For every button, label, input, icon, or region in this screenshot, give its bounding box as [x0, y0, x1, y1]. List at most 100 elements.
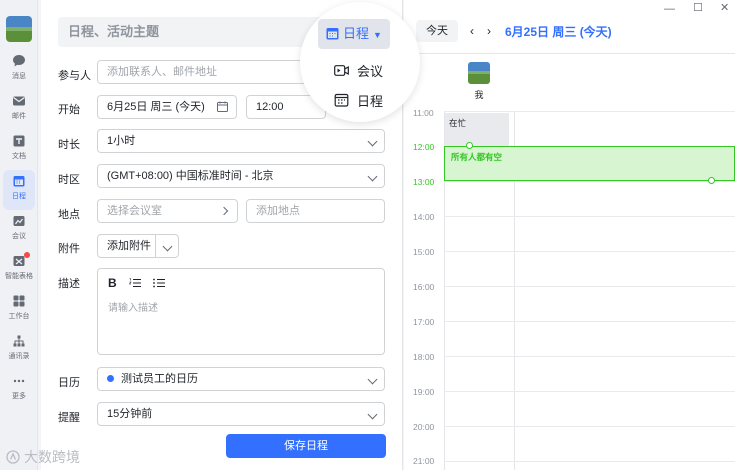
dropdown-option-event[interactable]: 日程	[318, 85, 404, 115]
hour-label: 19:00	[413, 387, 435, 397]
chevron-down-icon	[367, 136, 378, 147]
workbench-icon	[13, 295, 25, 307]
attendees-label: 参与人	[58, 70, 91, 82]
timezone-label: 时区	[58, 174, 80, 186]
more-icon	[13, 379, 25, 383]
calendar-small-icon	[217, 101, 228, 112]
nav-item-workbench[interactable]: 工作台	[0, 290, 38, 330]
start-date-picker[interactable]: 6月25日 周三 (今天)	[97, 95, 237, 119]
meeting-room-placeholder: 选择会议室	[107, 205, 162, 217]
nav-item-mail[interactable]: 邮件	[0, 90, 38, 130]
new-event-slot[interactable]: 所有人都有空	[444, 146, 735, 181]
meeting-room-select[interactable]: 选择会议室	[97, 199, 238, 223]
attendee-column-header: 我	[466, 62, 492, 101]
grid-line	[444, 391, 735, 392]
meeting-icon	[13, 216, 25, 226]
document-icon	[13, 135, 25, 147]
free-slot-label: 所有人都有空	[451, 152, 503, 162]
grid-line	[444, 251, 735, 252]
next-day-arrow-icon[interactable]: ›	[487, 24, 491, 38]
chevron-down-icon	[162, 241, 173, 252]
nav-label: 通讯录	[8, 353, 30, 360]
today-button[interactable]: 今天	[416, 20, 458, 42]
nav-label: 消息	[12, 73, 26, 80]
grid-line	[444, 181, 735, 182]
save-event-button[interactable]: 保存日程	[226, 434, 386, 458]
resize-handle-bottom[interactable]	[708, 177, 715, 184]
grid-line	[444, 461, 735, 462]
start-time-value: 12:00	[256, 101, 284, 113]
timezone-select[interactable]: (GMT+08:00) 中国标准时间 - 北京	[97, 164, 385, 188]
chevron-down-icon	[367, 409, 378, 420]
add-attachment-button[interactable]: 添加附件	[97, 234, 179, 258]
grid-line	[444, 356, 735, 357]
grid-line	[444, 286, 735, 287]
dropdown-option-meeting[interactable]: 会议	[318, 55, 404, 85]
watermark: 大数跨境	[6, 447, 80, 467]
resize-handle-top[interactable]	[466, 142, 473, 149]
watermark-text: 大数跨境	[24, 449, 80, 465]
bullet-list-icon[interactable]	[152, 278, 165, 288]
calendar-date-title: 6月25日 周三 (今天)	[505, 25, 612, 39]
description-label: 描述	[58, 278, 80, 290]
nav-label: 智能表格	[5, 273, 33, 280]
location-input[interactable]: 添加地点	[246, 199, 385, 223]
timezone-value: (GMT+08:00) 中国标准时间 - 北京	[107, 170, 274, 182]
nav-item-meetings[interactable]: 会议	[0, 210, 38, 250]
nav-item-smart-table[interactable]: 智能表格	[0, 250, 38, 290]
nav-item-more[interactable]: 更多	[0, 370, 38, 410]
nav-label: 工作台	[8, 313, 30, 320]
bold-button[interactable]: B	[108, 276, 117, 290]
grid-line	[444, 321, 735, 322]
add-attachment-label: 添加附件	[107, 240, 151, 252]
video-camera-icon	[334, 64, 349, 76]
duration-label: 时长	[58, 139, 80, 151]
duration-select[interactable]: 1小时	[97, 129, 385, 153]
minimize-icon[interactable]: —	[664, 3, 675, 15]
nav-label: 更多	[12, 393, 26, 400]
grid-line	[444, 426, 735, 427]
reminder-select[interactable]: 15分钟前	[97, 402, 385, 426]
busy-label: 在忙	[449, 118, 467, 128]
watermark-logo-icon	[6, 450, 20, 464]
nav-label: 会议	[12, 233, 26, 240]
hour-label: 21:00	[413, 456, 435, 466]
start-label: 开始	[58, 104, 80, 116]
attendee-avatar	[468, 62, 490, 84]
chevron-down-icon	[367, 171, 378, 182]
previous-day-arrow-icon[interactable]: ‹	[470, 24, 474, 38]
busy-block[interactable]: 在忙	[445, 113, 509, 147]
nav-item-docs[interactable]: 文档	[0, 130, 38, 170]
hour-label: 17:00	[413, 317, 435, 327]
mail-icon	[13, 96, 25, 106]
calendar-select[interactable]: 测试员工的日历	[97, 367, 385, 391]
hour-label: 18:00	[413, 352, 435, 362]
maximize-icon[interactable]: ☐	[693, 1, 703, 14]
nav-label: 日程	[12, 193, 26, 200]
reminder-label: 提醒	[58, 412, 80, 424]
dropdown-option-label: 日程	[357, 93, 384, 109]
nav-label: 文档	[12, 153, 26, 160]
nav-item-calendar[interactable]: 日程	[3, 170, 35, 210]
dropdown-option-label: 会议	[357, 63, 384, 79]
hour-label: 14:00	[413, 212, 435, 222]
calendar-icon	[326, 28, 339, 40]
event-type-dropdown: 会议 日程	[318, 55, 404, 117]
hour-label: 13:00	[413, 177, 435, 187]
attendee-name: 我	[474, 90, 484, 100]
nav-item-contacts[interactable]: 通讯录	[0, 330, 38, 370]
user-avatar[interactable]	[6, 16, 32, 42]
reminder-value: 15分钟前	[107, 408, 153, 420]
duration-value: 1小时	[107, 135, 136, 147]
chevron-down-icon	[367, 374, 378, 385]
nav-item-messages[interactable]: 消息	[0, 50, 38, 90]
calendar-label: 日历	[58, 377, 80, 389]
description-editor[interactable]: B 请输入描述	[97, 268, 385, 355]
description-toolbar: B	[108, 276, 165, 290]
calendar-icon	[13, 176, 25, 187]
attendees-input[interactable]: 添加联系人、邮件地址	[97, 60, 307, 84]
hour-label: 15:00	[413, 247, 435, 257]
close-icon[interactable]: ✕	[720, 1, 729, 14]
numbered-list-icon[interactable]	[128, 278, 141, 288]
event-type-selector[interactable]: 日程 ▼	[318, 19, 390, 49]
